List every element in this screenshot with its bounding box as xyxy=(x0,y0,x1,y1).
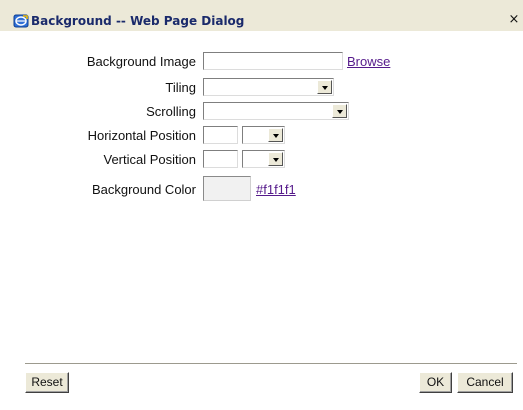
close-button[interactable]: × xyxy=(507,13,521,27)
horizontal-position-label: Horizontal Position xyxy=(87,128,196,143)
background-color-swatch[interactable] xyxy=(203,176,251,201)
scrolling-select[interactable] xyxy=(203,102,349,120)
dialog-content: Background Image Browse Tiling Scrolling… xyxy=(0,31,523,410)
browse-link[interactable]: Browse xyxy=(347,54,390,69)
vertical-position-unit-select[interactable] xyxy=(242,150,285,168)
horizontal-position-input[interactable] xyxy=(203,126,238,144)
chevron-down-icon[interactable] xyxy=(332,104,347,118)
background-color-value-link[interactable]: #f1f1f1 xyxy=(256,182,296,197)
chevron-down-icon[interactable] xyxy=(268,128,283,142)
reset-button[interactable]: Reset xyxy=(25,372,69,393)
window-title: Background -- Web Page Dialog xyxy=(31,14,245,28)
background-color-label: Background Color xyxy=(91,182,196,197)
title-bar: Background -- Web Page Dialog × xyxy=(0,0,523,30)
dialog-window: Background -- Web Page Dialog × Backgrou… xyxy=(0,0,523,410)
tiling-label: Tiling xyxy=(165,80,196,95)
cancel-button[interactable]: Cancel xyxy=(457,372,513,393)
web-page-dialog-icon xyxy=(13,14,29,28)
footer-separator xyxy=(25,363,517,365)
scrolling-label: Scrolling xyxy=(146,104,196,119)
chevron-down-icon[interactable] xyxy=(317,80,332,94)
background-image-input[interactable] xyxy=(203,52,343,70)
tiling-select[interactable] xyxy=(203,78,334,96)
horizontal-position-unit-select[interactable] xyxy=(242,126,285,144)
vertical-position-label: Vertical Position xyxy=(103,152,197,167)
vertical-position-input[interactable] xyxy=(203,150,238,168)
background-image-label: Background Image xyxy=(86,54,196,69)
chevron-down-icon[interactable] xyxy=(268,152,283,166)
ok-button[interactable]: OK xyxy=(419,372,452,393)
